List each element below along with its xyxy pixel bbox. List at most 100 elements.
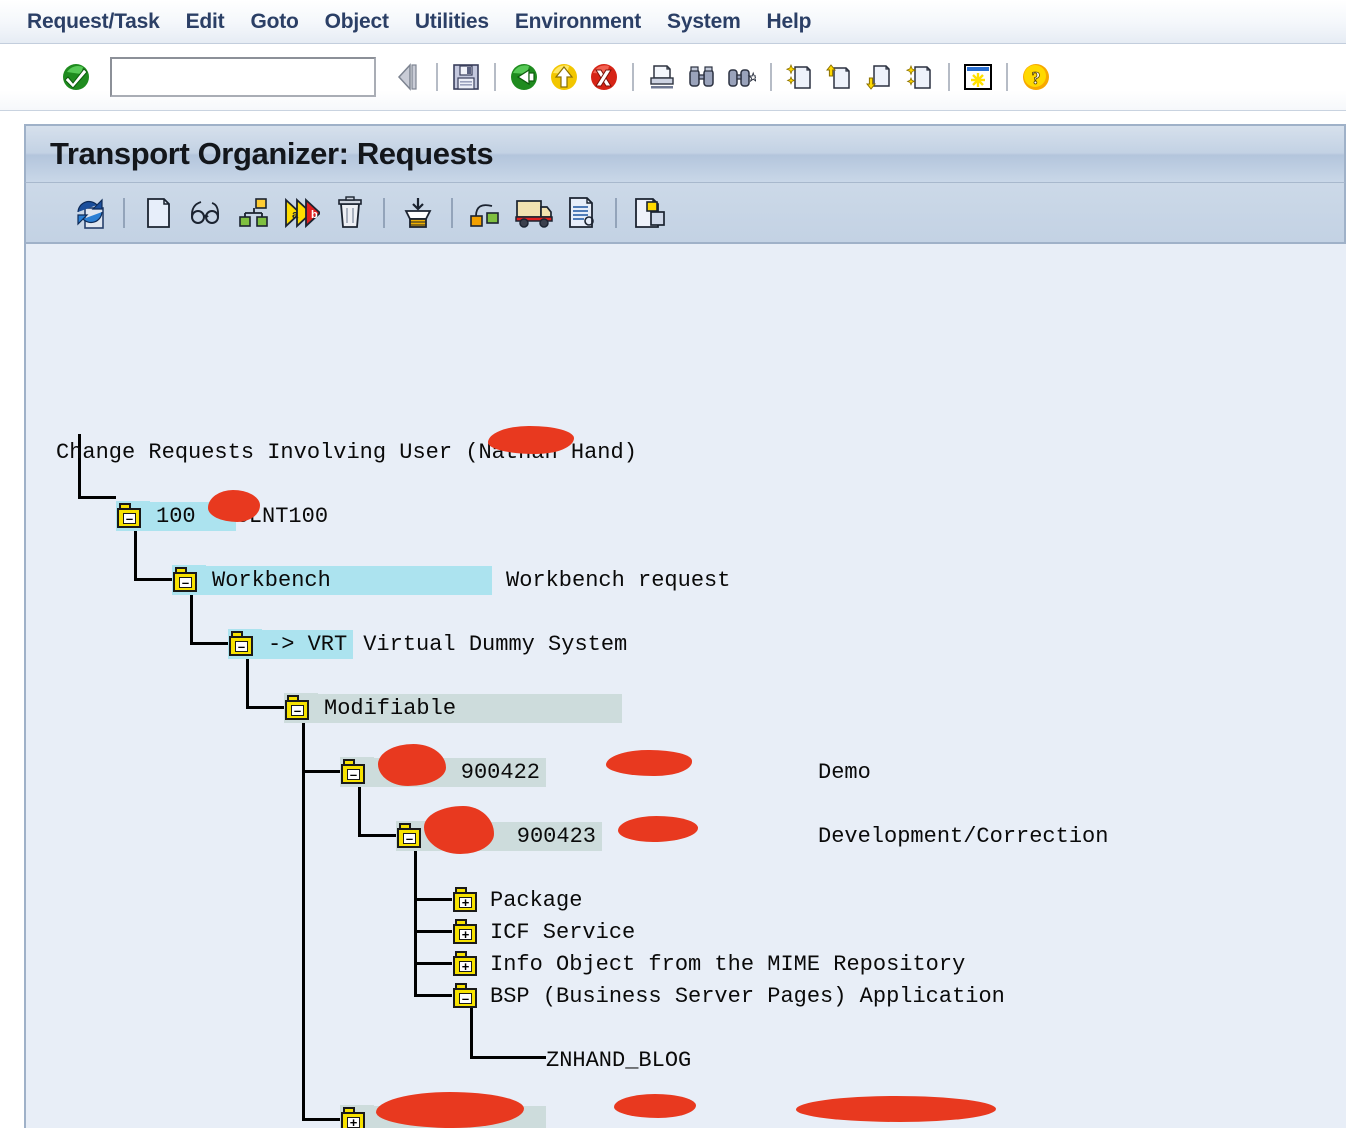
toolbar-separator (494, 63, 496, 91)
folder-toggle-package[interactable]: + (452, 887, 486, 913)
customize-local-layout-icon[interactable] (958, 55, 998, 99)
objects-icon[interactable] (462, 190, 510, 236)
folder-minus-icon[interactable]: – (284, 695, 310, 721)
first-page-icon[interactable] (780, 55, 820, 99)
release-directly-icon[interactable] (394, 190, 442, 236)
folder-toggle-task-900423[interactable]: – (396, 821, 430, 851)
tree-node-target-system-description: Virtual Dummy System (363, 631, 628, 657)
delete-trash-icon[interactable] (326, 190, 374, 236)
app-toolbar-separator (383, 197, 385, 228)
menu-edit[interactable]: Edit (173, 8, 238, 36)
tree-node-request-last[interactable]: + (340, 1104, 546, 1128)
folder-toggle-bsp-application[interactable]: – (452, 983, 486, 1009)
folder-minus-icon[interactable]: – (340, 759, 366, 785)
tree-line (414, 836, 417, 996)
back-green-icon[interactable] (504, 55, 544, 99)
tree-line (134, 578, 172, 581)
tree-line (246, 706, 284, 709)
save-icon[interactable] (446, 55, 486, 99)
folder-sign: – (179, 576, 192, 589)
menu-environment[interactable]: Environment (502, 8, 654, 36)
menu-help[interactable]: Help (754, 8, 825, 36)
folder-toggle-target-system[interactable]: – (228, 629, 262, 659)
tree-node-request-900422[interactable]: – 900422 Demo (340, 756, 871, 788)
tree-node-mime-info-object-text: Info Object from the MIME Repository (490, 951, 966, 977)
menu-request-task[interactable]: Request/Task (14, 8, 173, 36)
object-list-icon[interactable] (230, 190, 278, 236)
create-request-icon[interactable] (134, 190, 182, 236)
folder-sign: – (291, 704, 304, 717)
folder-toggle-modifiable[interactable]: – (284, 693, 318, 723)
tree-node-bsp-application[interactable]: – BSP (Business Server Pages) Applicatio… (452, 980, 1005, 1012)
tree-node-package[interactable]: + Package (452, 884, 582, 916)
refresh-icon[interactable] (66, 190, 114, 236)
folder-sign: + (459, 960, 472, 973)
folder-minus-icon[interactable]: – (228, 631, 254, 657)
logs-icon[interactable] (558, 190, 606, 236)
folder-sign: + (459, 896, 472, 909)
tree-node-target-system[interactable]: – -> VRT Virtual Dummy System (228, 628, 627, 660)
folder-toggle-workbench[interactable]: – (172, 565, 206, 595)
redaction-mark-last-description (796, 1096, 996, 1122)
tree-node-request-last-id (374, 1105, 546, 1128)
toolbar-separator (1006, 63, 1008, 91)
previous-page-icon[interactable] (820, 55, 860, 99)
tree-node-bsp-application-text: BSP (Business Server Pages) Application (490, 983, 1005, 1009)
redaction-mark-last-owner (614, 1094, 696, 1118)
copy-icon[interactable] (626, 190, 674, 236)
tree-node-workbench[interactable]: – Workbench Workbench request (172, 564, 730, 596)
toolbar-separator (436, 63, 438, 91)
tree-root-text: Change Requests Involving User (Nathan H… (56, 439, 637, 465)
folder-plus-icon[interactable]: + (452, 919, 478, 945)
folder-minus-icon[interactable]: – (396, 823, 422, 849)
folder-toggle-mime-info-object[interactable]: + (452, 951, 486, 977)
enter-checkmark-icon[interactable] (56, 55, 96, 99)
display-glasses-icon[interactable] (182, 190, 230, 236)
menu-utilities[interactable]: Utilities (402, 8, 502, 36)
request-tree-panel[interactable]: Change Requests Involving User (Nathan H… (24, 244, 1346, 1128)
transport-truck-icon[interactable] (510, 190, 558, 236)
folder-sign: – (347, 768, 360, 781)
exit-yellow-up-icon[interactable] (544, 55, 584, 99)
tree-node-icf-service[interactable]: + ICF Service (452, 916, 635, 948)
folder-minus-icon[interactable]: – (452, 983, 478, 1009)
help-icon[interactable]: ? (1016, 55, 1056, 99)
folder-plus-icon[interactable]: + (340, 1107, 366, 1128)
svg-text:a: a (292, 209, 299, 221)
command-field[interactable] (110, 57, 376, 97)
find-next-icon[interactable] (722, 55, 762, 99)
tree-node-package-text: Package (490, 887, 583, 913)
tree-line (190, 642, 228, 645)
tree-node-mime-info-object[interactable]: + Info Object from the MIME Repository (452, 948, 965, 980)
folder-toggle-client[interactable]: – (116, 501, 150, 531)
print-icon[interactable] (642, 55, 682, 99)
folder-plus-icon[interactable]: + (452, 951, 478, 977)
folder-toggle-request-900422[interactable]: – (340, 757, 374, 787)
tree-root-label[interactable]: Change Requests Involving User (Nathan H… (56, 436, 637, 468)
tree-node-znhand-blog-text: ZNHAND_BLOG (546, 1047, 692, 1073)
tree-node-client[interactable]: – 100 CLNT100 (116, 500, 328, 532)
menu-system[interactable]: System (654, 8, 754, 36)
folder-toggle-icf-service[interactable]: + (452, 919, 486, 945)
folder-plus-icon[interactable]: + (452, 887, 478, 913)
tree-line (78, 496, 116, 499)
svg-text:?: ? (1032, 68, 1041, 88)
find-icon[interactable] (682, 55, 722, 99)
menu-goto[interactable]: Goto (237, 8, 311, 36)
system-toolbar: ? (0, 44, 1346, 111)
tree-node-task-900423-id: 900423 (430, 821, 602, 851)
tree-node-znhand-blog[interactable]: ZNHAND_BLOG (546, 1044, 691, 1076)
folder-minus-icon[interactable]: – (172, 567, 198, 593)
next-page-icon[interactable] (860, 55, 900, 99)
folder-minus-icon[interactable]: – (116, 503, 142, 529)
tree-line (414, 898, 452, 901)
tree-node-task-900423[interactable]: – 900423 Development/Correction (396, 820, 1108, 852)
last-page-icon[interactable] (900, 55, 940, 99)
folder-sign: + (459, 928, 472, 941)
menu-object[interactable]: Object (312, 8, 402, 36)
back-arrow-icon[interactable] (388, 55, 428, 99)
folder-toggle-request-last[interactable]: + (340, 1105, 374, 1128)
cancel-red-icon[interactable] (584, 55, 624, 99)
tree-node-modifiable[interactable]: – Modifiable (284, 692, 622, 724)
release-icon[interactable]: a b (278, 190, 326, 236)
